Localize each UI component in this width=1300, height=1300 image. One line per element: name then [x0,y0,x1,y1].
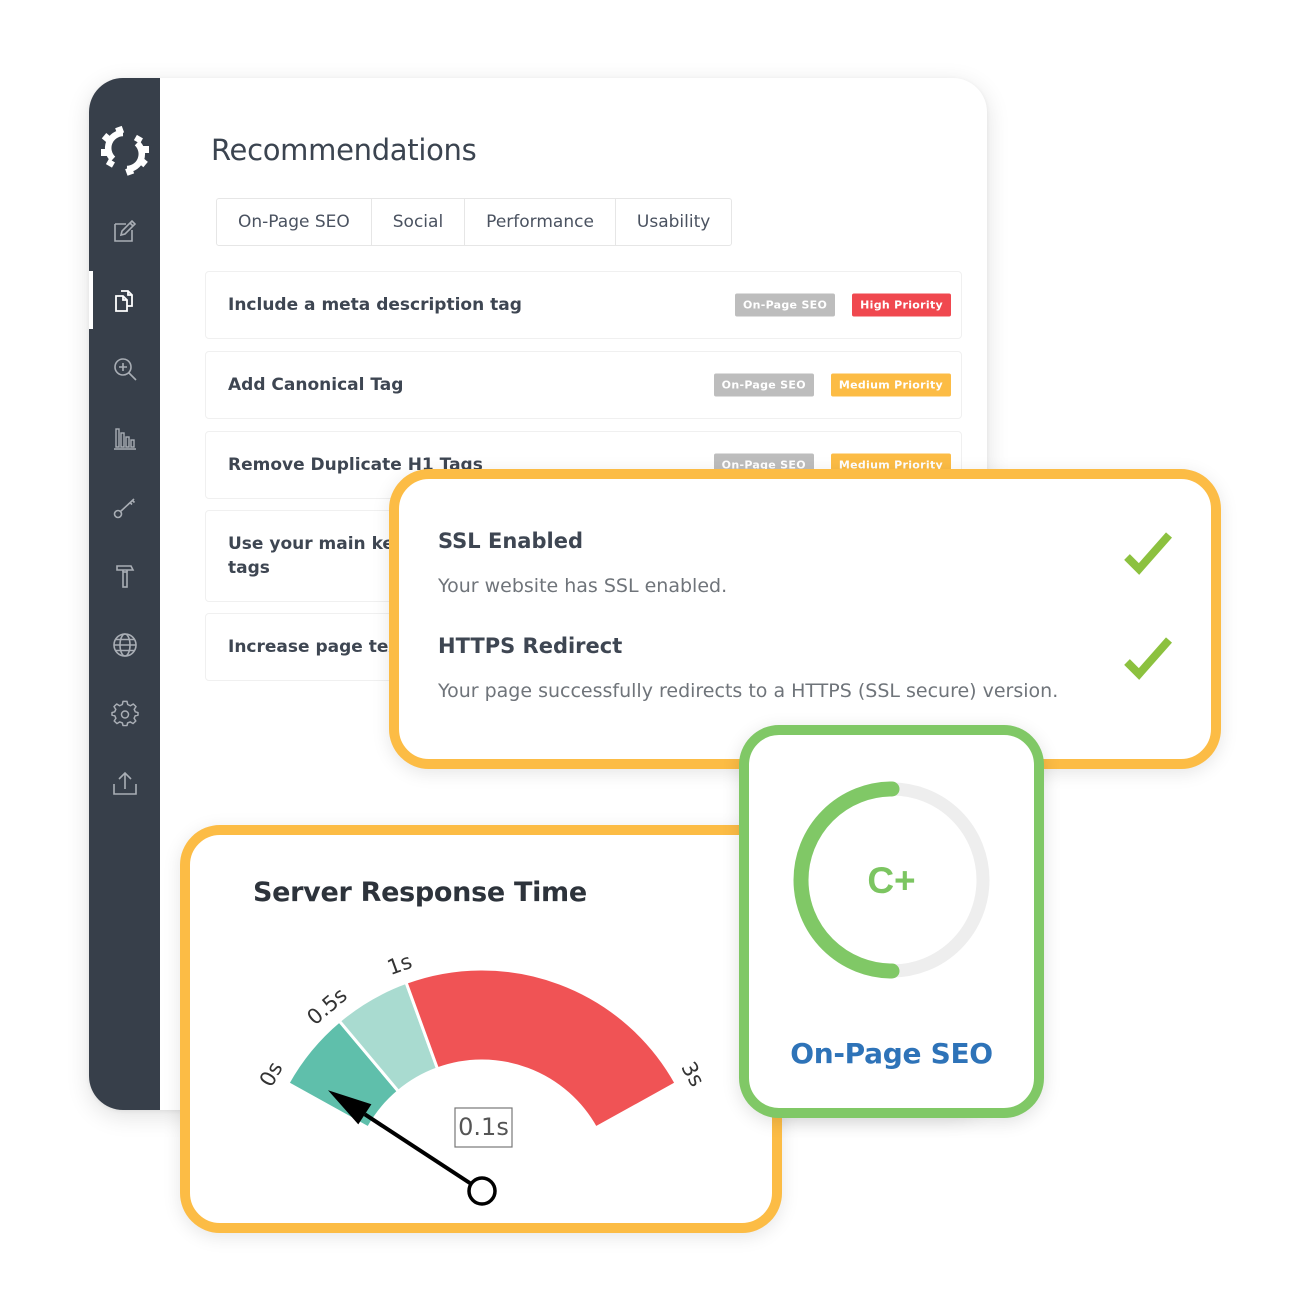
upload-icon [112,771,137,795]
tab-performance[interactable]: Performance [465,199,616,245]
recommendation-title: Include a meta description tag [228,295,522,315]
gear-icon [110,700,139,727]
sidebar-item-web[interactable] [89,616,160,674]
hammer-icon [115,565,134,588]
ssl-card: SSL Enabled Your website has SSL enabled… [389,469,1221,769]
bar-chart-icon [113,428,136,450]
score-label: On-Page SEO [790,1037,993,1070]
gears-logo-icon[interactable] [99,123,151,179]
gauge-tick-label: 3s [676,1058,709,1091]
ssl-item-title: HTTPS Redirect [438,634,623,658]
gauge-band-bad [404,967,679,1131]
sidebar-item-documents[interactable] [89,271,160,329]
response-time-gauge: 0s0.5s1s3s0.1s [255,949,709,1206]
check-icon [1124,532,1172,575]
documents-icon [114,290,133,312]
recommendation-item[interactable]: Include a meta description tag On-Page S… [205,271,962,339]
key-icon [113,498,135,519]
gauge-value-label: 0.1s [454,1107,513,1148]
recommendation-item[interactable]: Add Canonical Tag On-Page SEO Medium Pri… [205,351,962,419]
priority-badge: Medium Priority [830,373,951,397]
ssl-item-description: Your page successfully redirects to a HT… [438,680,1059,702]
zoom-in-icon [113,358,137,381]
category-badge: On-Page SEO [734,293,836,317]
sidebar-item-reports[interactable] [89,409,160,467]
tab-social[interactable]: Social [372,199,466,245]
sidebar-item-export[interactable] [89,754,160,812]
category-badge: On-Page SEO [713,373,814,397]
tab-usability[interactable]: Usability [616,199,731,245]
https-redirect-item: HTTPS Redirect Your page successfully re… [438,634,1058,702]
recommendation-title: Add Canonical Tag [228,375,404,395]
priority-badge: High Priority [852,293,951,317]
ssl-enabled-item: SSL Enabled Your website has SSL enabled… [438,529,727,597]
globe-icon [112,633,137,657]
check-icon [1124,637,1172,680]
sidebar [89,78,160,1110]
sidebar-item-search[interactable] [89,340,160,398]
gauge-tick-label: 0s [255,1058,288,1091]
sidebar-item-tools[interactable] [89,547,160,605]
ssl-item-title: SSL Enabled [438,529,583,553]
sidebar-item-keywords[interactable] [89,478,160,536]
edit-icon [113,219,136,242]
server-response-card: Server Response Time 0s 0.5s 1s 3s 0.1s [180,825,782,1233]
category-tabs: On-Page SEO Social Performance Usability [216,198,733,246]
sidebar-item-settings[interactable] [89,685,160,743]
score-grade: C+ [867,860,916,901]
tab-on-page-seo[interactable]: On-Page SEO [217,199,372,245]
svg-text:0.1s: 0.1s [458,1113,509,1141]
page-title: Recommendations [211,133,477,167]
gauge-tick-label: 1s [384,949,415,980]
gauge-needle-pivot [467,1176,497,1206]
ssl-item-description: Your website has SSL enabled. [438,575,728,597]
on-page-score-card: C+ On-Page SEO [739,725,1044,1118]
sidebar-item-edit[interactable] [89,202,160,260]
